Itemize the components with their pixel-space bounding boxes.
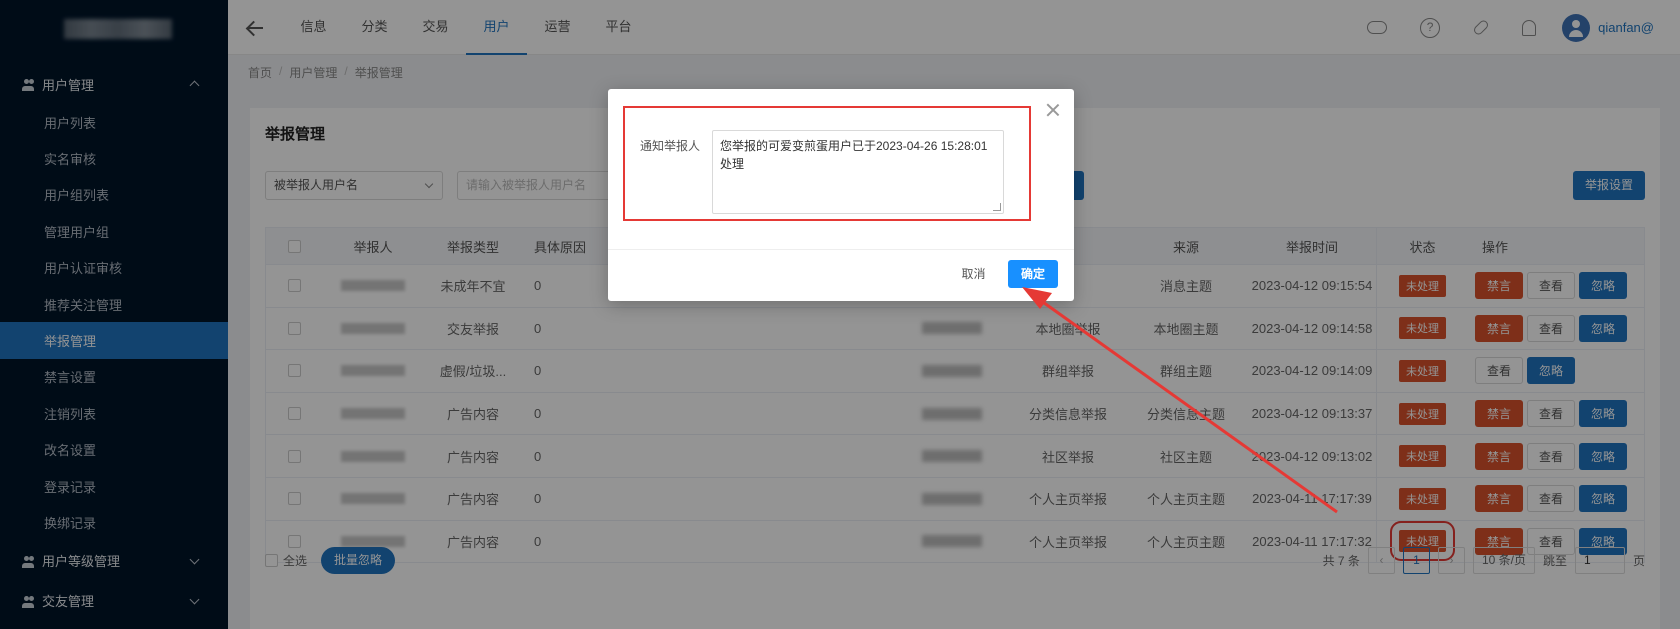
cancel-button[interactable]: 取消 bbox=[951, 261, 996, 288]
notify-label: 通知举报人 bbox=[640, 139, 701, 153]
notify-modal: 通知举报人 您举报的可爱变煎蛋用户已于2023-04-26 15:28:01 处… bbox=[608, 89, 1074, 301]
notify-message-textarea[interactable]: 您举报的可爱变煎蛋用户已于2023-04-26 15:28:01 处理 bbox=[712, 130, 1004, 214]
confirm-button[interactable]: 确定 bbox=[1008, 260, 1058, 288]
modal-divider bbox=[608, 249, 1074, 250]
close-icon[interactable] bbox=[1046, 103, 1060, 117]
